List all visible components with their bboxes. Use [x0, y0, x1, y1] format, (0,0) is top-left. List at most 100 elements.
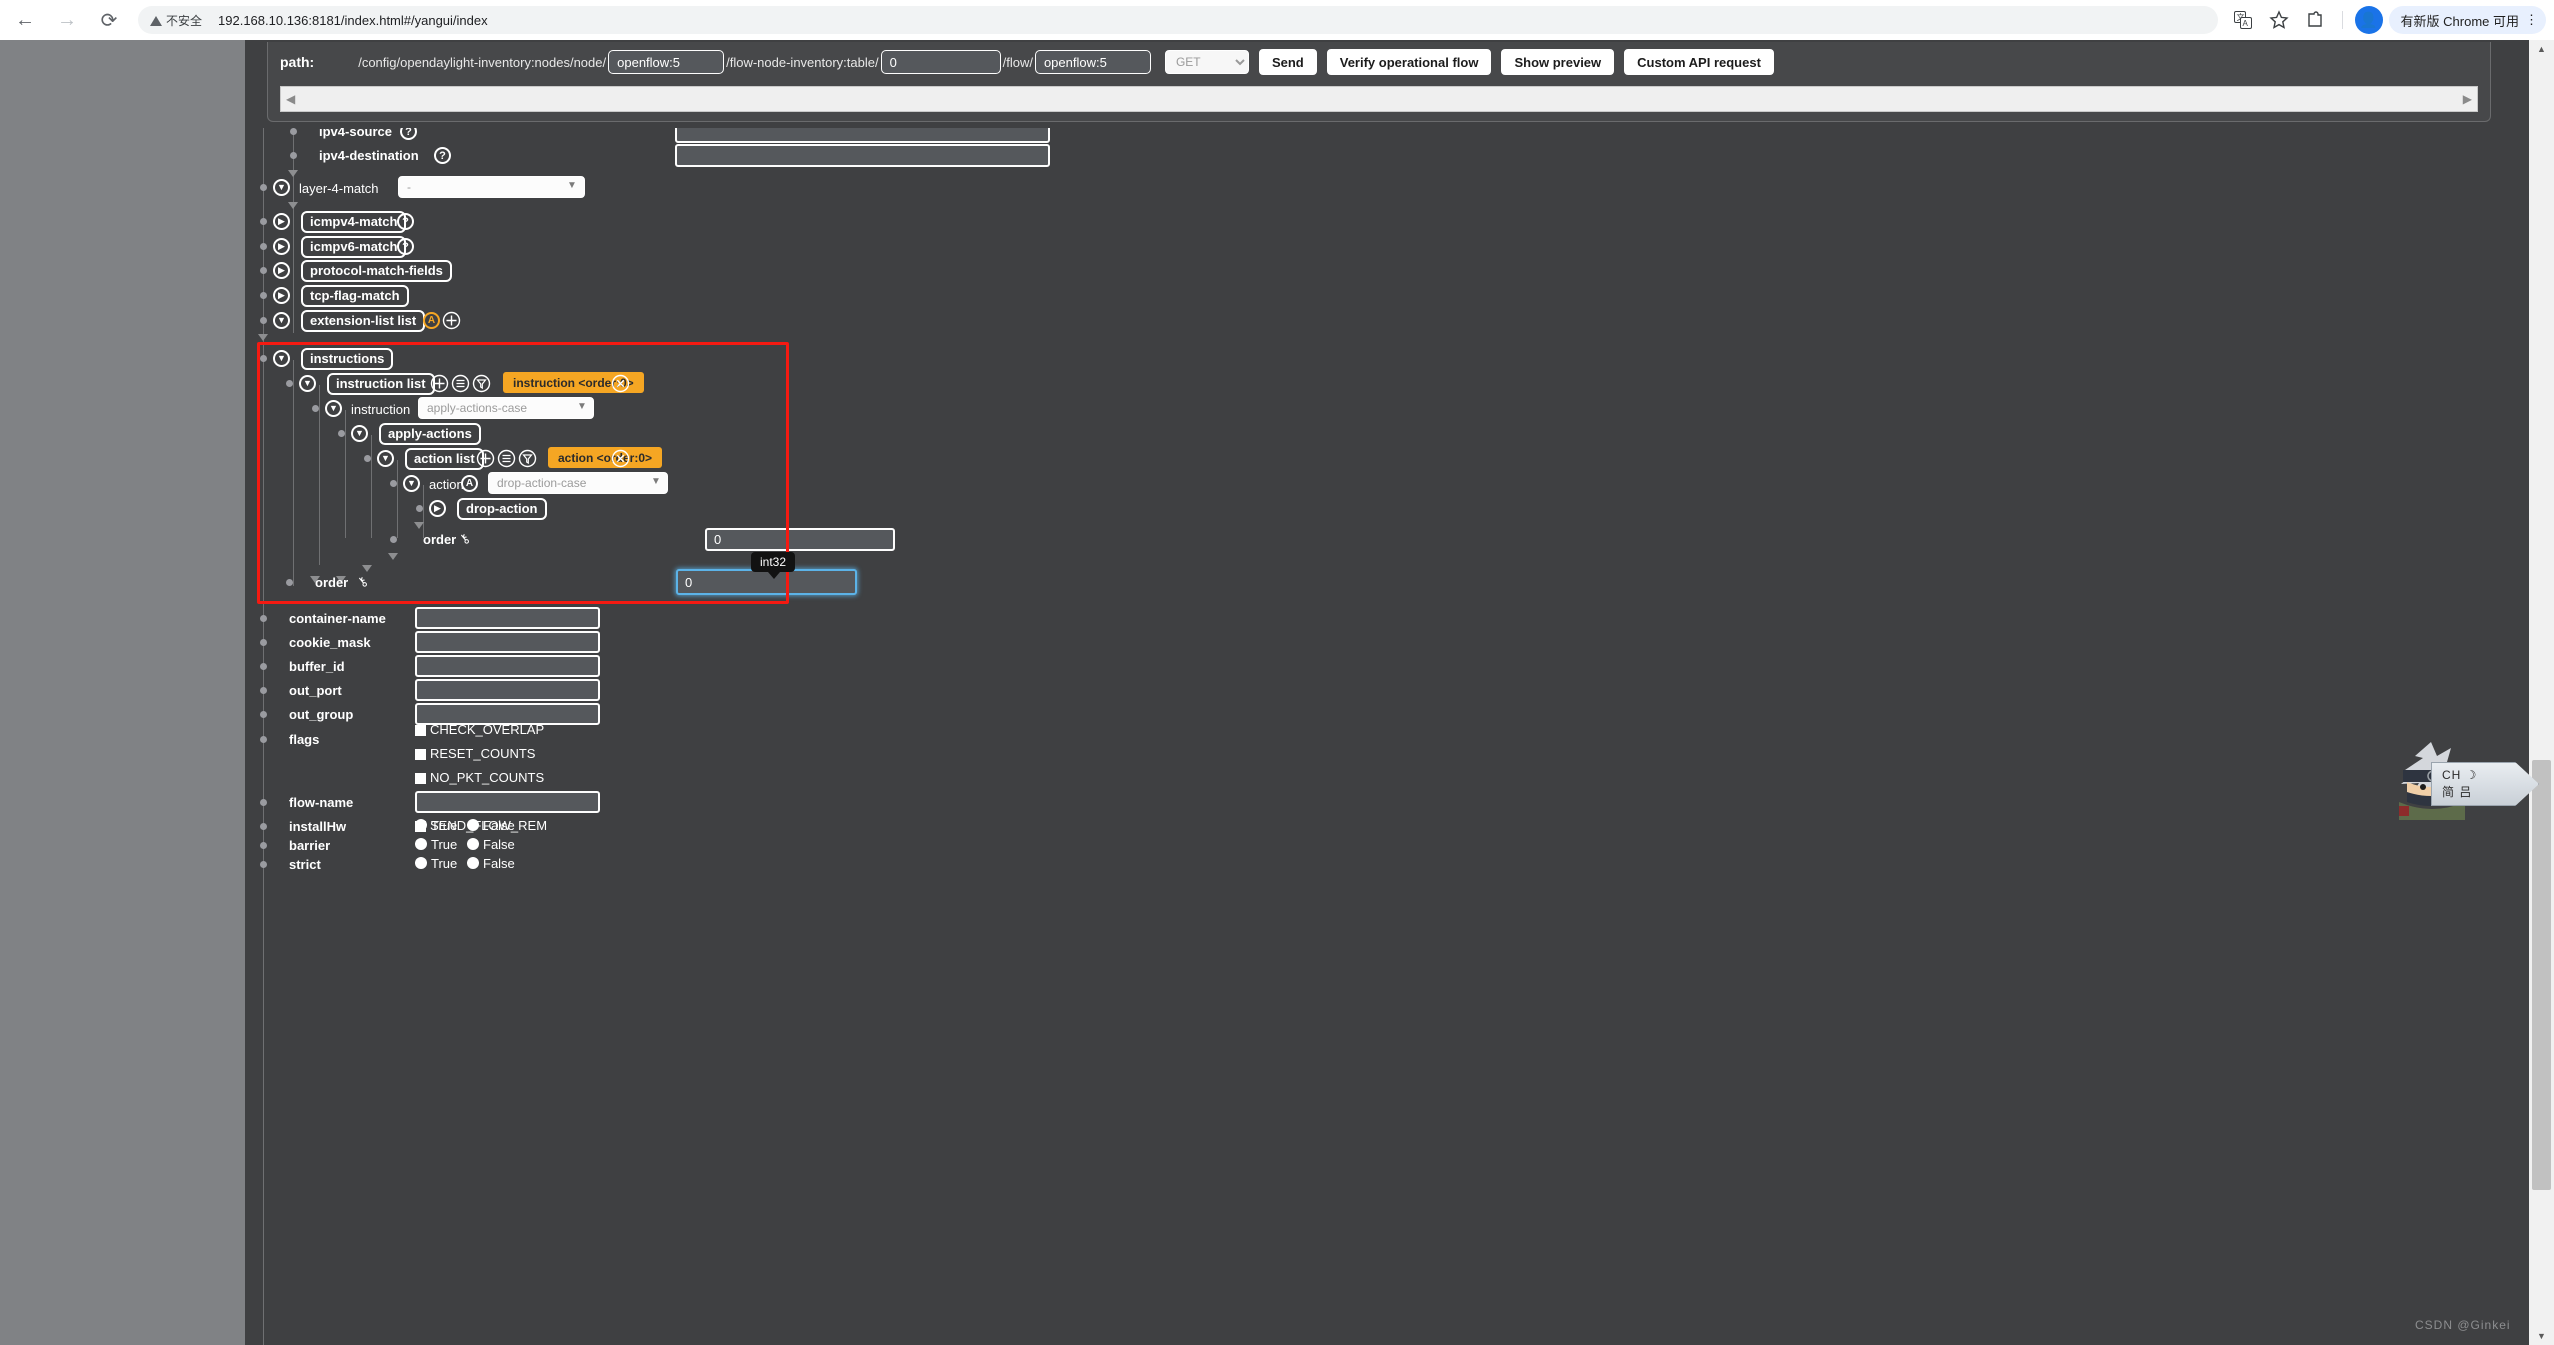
remove-item-icon[interactable]: [611, 449, 630, 468]
row-instruction: ▼ instruction apply-actions-case ▼: [245, 397, 2529, 421]
ipv4-source-input[interactable]: [675, 128, 1050, 143]
chrome-update-button[interactable]: 有新版 Chrome 可用 ⋮: [2389, 6, 2546, 34]
help-icon[interactable]: ?: [400, 128, 417, 140]
expand-toggle-icon[interactable]: ▶: [429, 500, 446, 517]
radio-true[interactable]: [415, 857, 427, 869]
field-label: flags: [289, 732, 319, 747]
layer-4-match-select[interactable]: -: [398, 176, 585, 198]
collapse-toggle-icon[interactable]: ▼: [351, 425, 368, 442]
ime-mode-label[interactable]: CH ☽: [2442, 768, 2538, 782]
checkbox[interactable]: [415, 725, 426, 736]
expand-toggle-icon[interactable]: ▶: [273, 238, 290, 255]
scroll-up-arrow-icon[interactable]: ▲: [2529, 40, 2554, 58]
horizontal-scrollbar[interactable]: ◀ ▶: [280, 86, 2478, 112]
forward-arrow-icon[interactable]: →: [50, 3, 84, 37]
collapse-toggle-icon[interactable]: ▼: [377, 450, 394, 467]
address-bar-url[interactable]: 192.168.10.136:8181/index.html#/yangui/i…: [218, 13, 488, 28]
node-pill-apply-actions[interactable]: apply-actions: [379, 423, 481, 445]
node-pill-extension-list[interactable]: extension-list list: [301, 310, 425, 332]
cookie-mask-input[interactable]: [415, 631, 600, 653]
expand-toggle-icon[interactable]: ▶: [273, 213, 290, 230]
node-pill-protocol-match-fields[interactable]: protocol-match-fields: [301, 260, 452, 282]
radio-false[interactable]: [467, 857, 479, 869]
star-icon[interactable]: [2264, 5, 2294, 35]
send-button[interactable]: Send: [1259, 49, 1317, 75]
list-view-icon[interactable]: [497, 449, 516, 468]
scroll-down-arrow-icon[interactable]: ▼: [2529, 1327, 2554, 1345]
add-list-item-icon[interactable]: [430, 374, 449, 393]
flow-id-input[interactable]: [1035, 50, 1151, 74]
order-inner-input[interactable]: [705, 528, 895, 551]
http-method-select[interactable]: GET: [1165, 50, 1249, 74]
collapse-toggle-icon[interactable]: ▼: [273, 312, 290, 329]
collapse-toggle-icon[interactable]: ▼: [273, 179, 290, 196]
kebab-menu-icon[interactable]: ⋮: [2525, 12, 2538, 28]
buffer-id-input[interactable]: [415, 655, 600, 677]
remove-item-icon[interactable]: [611, 374, 630, 393]
filter-icon[interactable]: [472, 374, 491, 393]
collapse-toggle-icon[interactable]: ▼: [325, 400, 342, 417]
show-preview-button[interactable]: Show preview: [1501, 49, 1614, 75]
radio-false[interactable]: [467, 838, 479, 850]
container-name-input[interactable]: [415, 607, 600, 629]
help-icon[interactable]: ?: [397, 238, 414, 255]
verify-operational-flow-button[interactable]: Verify operational flow: [1327, 49, 1492, 75]
field-label: order: [315, 575, 348, 590]
collapse-toggle-icon[interactable]: ▼: [273, 350, 290, 367]
flag-label: NO_PKT_COUNTS: [430, 770, 544, 785]
scroll-right-arrow-icon[interactable]: ▶: [2463, 93, 2472, 105]
radio-true[interactable]: [415, 838, 427, 850]
field-label: ipv4-destination: [319, 148, 419, 163]
node-id-input[interactable]: [608, 50, 724, 74]
node-pill-instruction-list[interactable]: instruction list: [327, 373, 435, 395]
ime-script-label[interactable]: 简 吕: [2442, 783, 2538, 800]
order-outer-input[interactable]: [676, 569, 857, 595]
help-icon[interactable]: ?: [434, 147, 451, 164]
radio-false[interactable]: [467, 819, 479, 831]
scroll-left-arrow-icon[interactable]: ◀: [286, 93, 295, 105]
node-pill-drop-action[interactable]: drop-action: [457, 498, 547, 520]
node-pill-icmpv4-match[interactable]: icmpv4-match: [301, 211, 406, 233]
address-bar[interactable]: 不安全 192.168.10.136:8181/index.html#/yang…: [138, 6, 2218, 34]
augment-indicator-icon[interactable]: A: [461, 475, 478, 492]
svg-text:A: A: [2242, 19, 2248, 28]
vertical-scrollbar[interactable]: ▲ ▼: [2529, 40, 2554, 1345]
ime-indicator-widget[interactable]: CH ☽ 简 吕: [2393, 740, 2541, 822]
help-icon[interactable]: ?: [397, 213, 414, 230]
path-segment-2: /flow-node-inventory:table/: [726, 55, 878, 70]
augment-indicator-icon[interactable]: A: [423, 312, 440, 329]
custom-api-request-button[interactable]: Custom API request: [1624, 49, 1774, 75]
filter-icon[interactable]: [518, 449, 537, 468]
action-case-select[interactable]: drop-action-case: [488, 472, 668, 494]
collapse-toggle-icon[interactable]: ▼: [299, 375, 316, 392]
list-view-icon[interactable]: [451, 374, 470, 393]
checkbox[interactable]: [415, 773, 426, 784]
instruction-case-select[interactable]: apply-actions-case: [418, 397, 594, 419]
checkbox[interactable]: [415, 749, 426, 760]
ime-status-bar[interactable]: CH ☽ 简 吕: [2431, 762, 2539, 806]
radio-true[interactable]: [415, 819, 427, 831]
scrollbar-thumb[interactable]: [2532, 760, 2551, 1190]
out-port-input[interactable]: [415, 679, 600, 701]
add-list-item-icon[interactable]: [476, 449, 495, 468]
action-order-tag[interactable]: action <order:0>: [548, 447, 662, 468]
browser-toolbar: ← → ⟳ 不安全 192.168.10.136:8181/index.html…: [0, 0, 2554, 40]
profile-avatar-icon[interactable]: 👤: [2355, 6, 2383, 34]
back-arrow-icon[interactable]: ←: [8, 3, 42, 37]
translate-icon[interactable]: 文A: [2228, 5, 2258, 35]
node-pill-icmpv6-match[interactable]: icmpv6-match: [301, 236, 406, 258]
ipv4-destination-input[interactable]: [675, 144, 1050, 167]
node-pill-instructions[interactable]: instructions: [301, 348, 393, 370]
reload-icon[interactable]: ⟳: [92, 3, 126, 37]
add-list-item-icon[interactable]: [442, 311, 461, 330]
extensions-icon[interactable]: [2300, 5, 2330, 35]
node-pill-tcp-flag-match[interactable]: tcp-flag-match: [301, 285, 409, 307]
node-pill-action-list[interactable]: action list: [405, 448, 484, 470]
table-id-input[interactable]: [881, 50, 1001, 74]
collapse-toggle-icon[interactable]: ▼: [403, 475, 420, 492]
expand-toggle-icon[interactable]: ▶: [273, 287, 290, 304]
expand-toggle-icon[interactable]: ▶: [273, 262, 290, 279]
row-apply-actions: ▼ apply-actions: [245, 422, 2529, 446]
flow-name-input[interactable]: [415, 791, 600, 813]
security-status-chip[interactable]: 不安全: [150, 12, 202, 29]
